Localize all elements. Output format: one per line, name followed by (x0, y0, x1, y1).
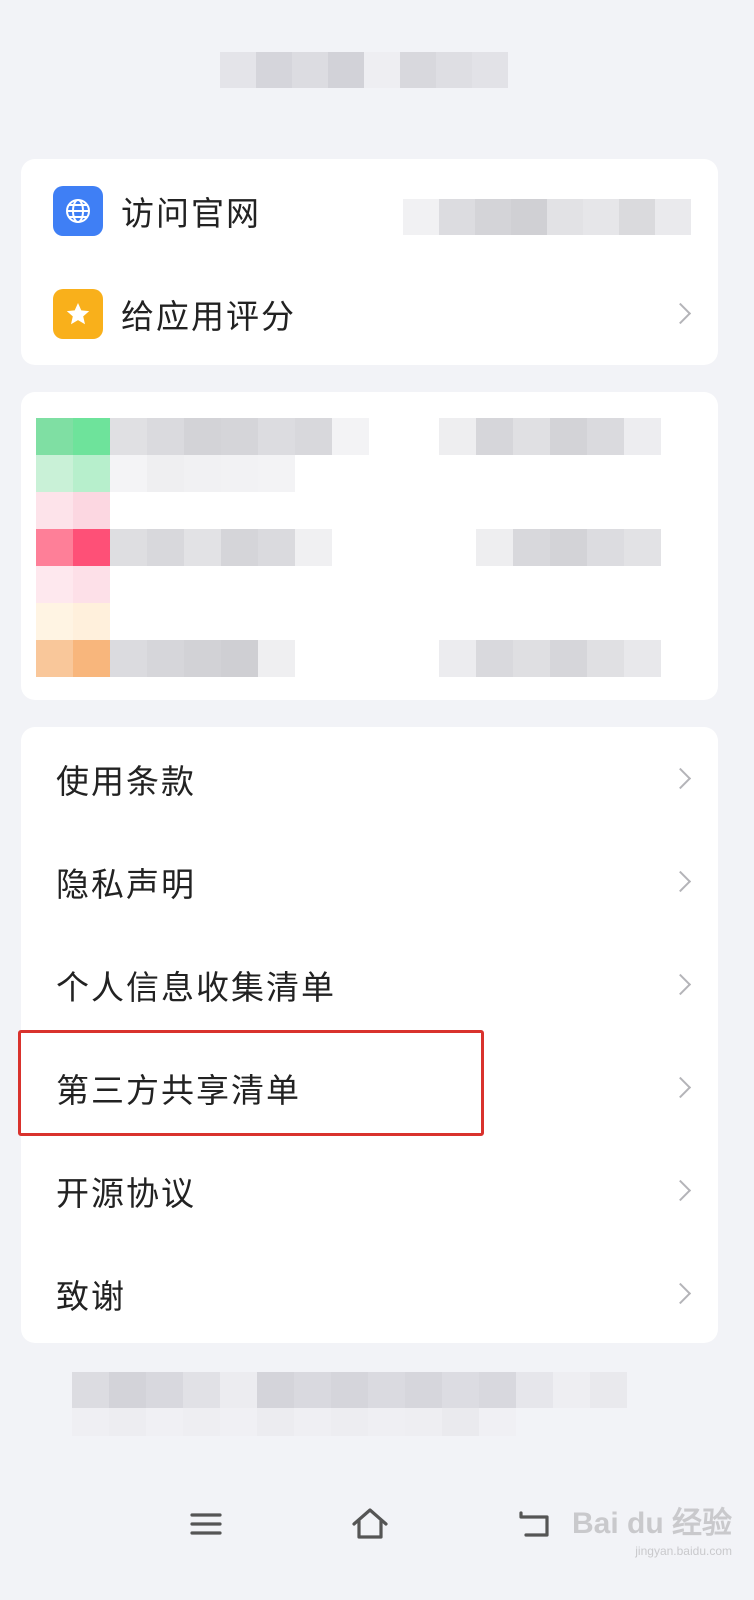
blurred-icon (36, 492, 110, 603)
rate-app-row[interactable]: 给应用评分 (21, 262, 718, 365)
personal-info-list-row[interactable]: 个人信息收集清单 (21, 933, 718, 1036)
back-button[interactable] (506, 1496, 562, 1552)
blurred-title (220, 52, 508, 88)
back-icon (519, 1511, 549, 1537)
watermark: Bai du 经验 jingyan.baidu.com (572, 1498, 732, 1558)
legal-card: 使用条款 隐私声明 个人信息收集清单 第三方共享清单 开源协议 致谢 (21, 727, 718, 1343)
blurred-text (110, 640, 295, 677)
menu-button[interactable] (178, 1496, 234, 1552)
blurred-url (403, 199, 691, 235)
blurred-footer (72, 1372, 627, 1408)
home-icon (352, 1508, 388, 1539)
privacy-statement-label: 隐私声明 (56, 864, 196, 904)
blurred-text (110, 455, 295, 492)
acknowledgements-row[interactable]: 致谢 (21, 1242, 718, 1343)
home-button[interactable] (342, 1496, 398, 1552)
globe-icon (53, 185, 103, 236)
chevron-right-icon (669, 302, 692, 324)
blurred-text (439, 640, 661, 677)
blurred-icon (36, 418, 110, 492)
blurred-card (21, 392, 718, 700)
rate-app-label: 给应用评分 (121, 296, 296, 336)
visit-website-label: 访问官网 (121, 193, 261, 233)
blurred-footer (72, 1408, 516, 1436)
open-source-license-row[interactable]: 开源协议 (21, 1139, 718, 1242)
blurred-icon (36, 603, 110, 677)
chevron-right-icon (669, 767, 692, 789)
chevron-right-icon (669, 973, 692, 995)
chevron-right-icon (669, 1076, 692, 1098)
blurred-text (476, 529, 661, 566)
watermark-logo: Bai du 经验 (571, 1507, 732, 1540)
terms-of-use-label: 使用条款 (56, 761, 196, 801)
watermark-url: jingyan.baidu.com (635, 1544, 732, 1558)
chevron-right-icon (669, 1179, 692, 1201)
open-source-license-label: 开源协议 (56, 1173, 196, 1213)
visit-website-row[interactable]: 访问官网 (21, 159, 718, 262)
blurred-text (439, 418, 661, 455)
chevron-right-icon (669, 1282, 692, 1304)
third-party-sharing-label: 第三方共享清单 (56, 1070, 301, 1110)
personal-info-list-label: 个人信息收集清单 (56, 967, 336, 1007)
star-icon (53, 288, 103, 339)
terms-of-use-row[interactable]: 使用条款 (21, 727, 718, 830)
blurred-text (110, 529, 332, 566)
acknowledgements-label: 致谢 (56, 1276, 126, 1316)
blurred-text (110, 418, 369, 455)
privacy-statement-row[interactable]: 隐私声明 (21, 830, 718, 933)
third-party-sharing-row[interactable]: 第三方共享清单 (21, 1036, 718, 1139)
links-card: 访问官网 给应用评分 (21, 159, 718, 365)
chevron-right-icon (669, 870, 692, 892)
menu-icon (190, 1513, 222, 1535)
